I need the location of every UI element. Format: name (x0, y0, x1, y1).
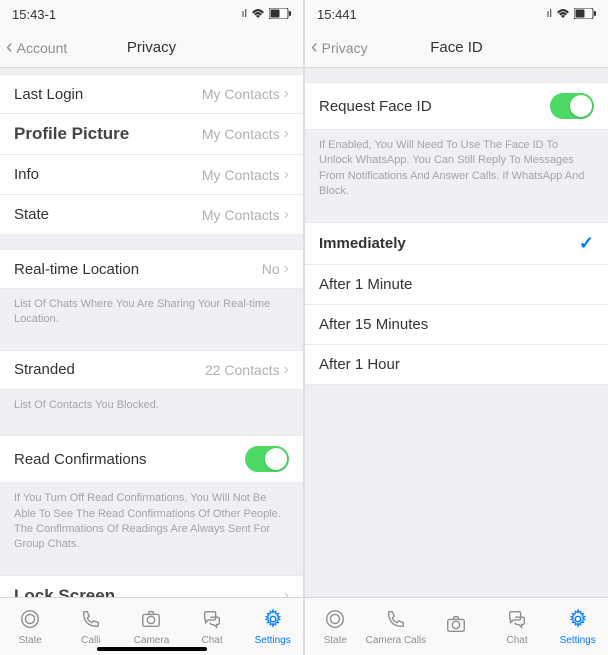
back-button[interactable]: Account (0, 36, 67, 59)
status-indicators: ıl (242, 7, 292, 22)
tab-label: Calli (81, 635, 100, 646)
privacy-row[interactable]: Profile Picture My Contacts› (0, 114, 303, 155)
page-title: Privacy (127, 39, 176, 56)
privacy-row[interactable]: Last Login My Contacts› (0, 74, 303, 114)
page-title: Face ID (430, 39, 483, 56)
row-label: Info (14, 166, 39, 183)
tab-label: Chat (507, 635, 528, 646)
tab-state[interactable]: State (0, 598, 61, 655)
nav-bar: Account Privacy (0, 28, 303, 68)
battery-icon (269, 7, 291, 22)
tab-label: State (324, 635, 347, 646)
checkmark-icon: ✓ (579, 233, 594, 254)
row-value: My Contacts› (202, 166, 289, 184)
row-label: Real-time Location (14, 261, 139, 278)
chevron-right-icon: › (284, 85, 289, 103)
chevron-right-icon: › (284, 166, 289, 184)
location-group: Real-time Location No› (0, 249, 303, 289)
row-label: After 15 Minutes (319, 316, 428, 333)
row-label: Request Face ID (319, 98, 432, 115)
state-icon (324, 608, 346, 633)
delay-option-row[interactable]: After 15 Minutes (305, 305, 608, 345)
chevron-right-icon: › (284, 260, 289, 278)
phone-left: 15:43-1 ıl Account Privacy Last Login My… (0, 0, 303, 655)
privacy-group: Last Login My Contacts›Profile Picture M… (0, 74, 303, 235)
calls-icon (80, 608, 102, 633)
settings-icon (262, 608, 284, 633)
signal-icon: ıl (242, 8, 248, 20)
settings-icon (567, 608, 589, 633)
tab-state[interactable]: State (305, 598, 366, 655)
row-label: After 1 Minute (319, 276, 412, 293)
row-label: Immediately (319, 235, 406, 252)
tab-label: Camera Calls (366, 635, 427, 646)
camera-icon (140, 608, 162, 633)
tab-label: Settings (255, 635, 291, 646)
scroll-content[interactable]: Request Face ID If Enabled, You Will Nee… (305, 68, 608, 655)
tab-settings[interactable]: Settings (242, 598, 303, 655)
row-label: Last Login (14, 86, 83, 103)
delay-option-row[interactable]: After 1 Hour (305, 345, 608, 385)
tab-chat[interactable]: Chat (487, 598, 548, 655)
tab-label: Camera (134, 635, 170, 646)
faceid-toggle[interactable] (550, 93, 594, 119)
row-value: 22 Contacts› (205, 361, 289, 379)
blocked-row[interactable]: Stranded 22 Contacts› (0, 350, 303, 390)
scroll-content[interactable]: Last Login My Contacts›Profile Picture M… (0, 68, 303, 655)
chat-icon (201, 608, 223, 633)
tab-label: State (19, 635, 42, 646)
tab-settings[interactable]: Settings (547, 598, 608, 655)
privacy-row[interactable]: State My Contacts› (0, 195, 303, 235)
home-indicator (97, 647, 207, 651)
request-footer: If Enabled, You Will Need To Use The Fac… (305, 130, 608, 208)
tab-label: Chat (202, 635, 223, 646)
status-bar: 15:43-1 ıl (0, 0, 303, 28)
signal-icon: ıl (547, 8, 553, 20)
calls-icon (385, 608, 407, 633)
read-footer: If You Turn Off Read Confirmations, You … (0, 483, 303, 561)
row-label: Profile Picture (14, 124, 129, 144)
tab-label: Settings (560, 635, 596, 646)
chat-icon (506, 608, 528, 633)
read-toggle[interactable] (245, 446, 289, 472)
chevron-right-icon: › (284, 125, 289, 143)
status-time: 15:441 (317, 7, 357, 22)
privacy-row[interactable]: Info My Contacts› (0, 155, 303, 195)
status-indicators: ıl (547, 7, 597, 22)
tab-bar: State Camera Calls Chat Settings (305, 597, 608, 655)
location-footer: List Of Chats Where You Are Sharing Your… (0, 289, 303, 336)
chevron-right-icon: › (284, 361, 289, 379)
camera-icon (445, 613, 467, 638)
row-label: Read Confirmations (14, 451, 147, 468)
realtime-location-row[interactable]: Real-time Location No› (0, 249, 303, 289)
row-value: No› (262, 260, 289, 278)
request-group: Request Face ID (305, 82, 608, 130)
row-value: My Contacts› (202, 85, 289, 103)
delay-options-group: Immediately ✓ After 1 Minute After 15 Min… (305, 222, 608, 385)
wifi-icon (251, 7, 265, 22)
status-time: 15:43-1 (12, 7, 56, 22)
tab-calls[interactable]: Camera Calls (366, 598, 427, 655)
read-confirmations-row[interactable]: Read Confirmations (0, 435, 303, 483)
status-bar: 15:441 ıl (305, 0, 608, 28)
row-label: After 1 Hour (319, 356, 400, 373)
wifi-icon (556, 7, 570, 22)
phone-right: 15:441 ıl Privacy Face ID Request Face I… (303, 0, 608, 655)
delay-option-row[interactable]: Immediately ✓ (305, 222, 608, 265)
blocked-group: Stranded 22 Contacts› (0, 350, 303, 390)
row-label: State (14, 206, 49, 223)
row-value: My Contacts› (202, 125, 289, 143)
tab-camera[interactable] (426, 598, 487, 655)
nav-bar: Privacy Face ID (305, 28, 608, 68)
read-group: Read Confirmations (0, 435, 303, 483)
delay-option-row[interactable]: After 1 Minute (305, 265, 608, 305)
request-faceid-row[interactable]: Request Face ID (305, 82, 608, 130)
blocked-footer: List Of Contacts You Blocked. (0, 390, 303, 421)
chevron-right-icon: › (284, 206, 289, 224)
state-icon (19, 608, 41, 633)
row-label: Stranded (14, 361, 75, 378)
battery-icon (574, 7, 596, 22)
back-button[interactable]: Privacy (305, 36, 368, 59)
row-value: My Contacts› (202, 206, 289, 224)
